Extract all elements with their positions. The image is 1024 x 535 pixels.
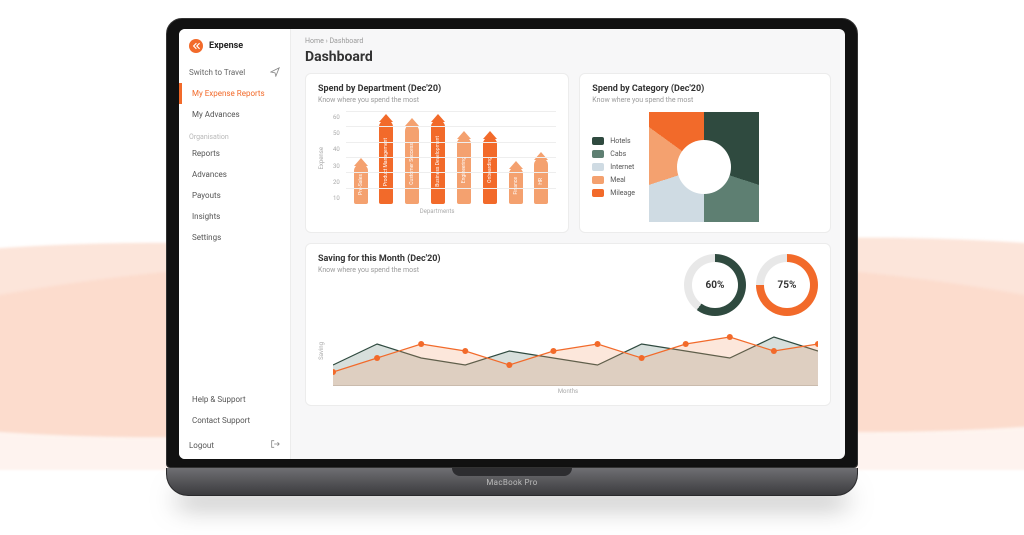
laptop-bezel: Expense Switch to Travel My Expense Repo…	[166, 18, 858, 468]
bar-pre-sales[interactable]: Pre-Sales	[354, 164, 368, 204]
sidebar-item-label: Contact Support	[192, 416, 250, 425]
bar-label: Product Management	[383, 136, 389, 188]
logout-icon	[270, 439, 280, 451]
breadcrumb-root[interactable]: Home	[305, 37, 324, 45]
sidebar-item-settings[interactable]: Settings	[179, 227, 290, 248]
bar-label: Onboarding	[487, 155, 493, 185]
sidebar-item-contact-support[interactable]: Contact Support	[179, 410, 290, 431]
legend-label: Hotels	[610, 137, 630, 145]
sidebar-item-label: Payouts	[192, 191, 221, 200]
donut-chart	[649, 112, 759, 222]
brand: Expense	[179, 29, 290, 61]
legend-item[interactable]: Mileage	[592, 189, 635, 197]
area-chart: Saving	[318, 316, 818, 386]
app-screen: Expense Switch to Travel My Expense Repo…	[179, 29, 845, 459]
card-subtitle: Know where you spend the most	[592, 96, 818, 104]
x-axis-label: Months	[318, 388, 818, 395]
brand-name: Expense	[209, 41, 243, 51]
bar-label: Pre-Sales	[358, 172, 364, 197]
legend-swatch	[592, 137, 604, 145]
card-title: Spend by Department (Dec'20)	[318, 84, 556, 94]
donut-row: Hotels Cabs Internet Meal Mileage	[592, 112, 818, 222]
y-axis-label: Expense	[318, 147, 325, 170]
bar-product-management[interactable]: Product Management	[379, 120, 393, 204]
legend-label: Internet	[610, 163, 634, 171]
bar-label: Business Development	[435, 134, 441, 189]
sidebar-item-label: Help & Support	[192, 395, 246, 404]
sidebar-item-label: Advances	[192, 170, 227, 179]
legend-item[interactable]: Meal	[592, 176, 635, 184]
breadcrumb: Home › Dashboard	[291, 29, 845, 45]
legend-item[interactable]: Hotels	[592, 137, 635, 145]
card-subtitle: Know where you spend the most	[318, 96, 556, 104]
legend: Hotels Cabs Internet Meal Mileage	[592, 137, 635, 197]
legend-label: Meal	[610, 176, 625, 184]
sidebar-item-insights[interactable]: Insights	[179, 206, 290, 227]
gauge-2: 75%	[756, 254, 818, 316]
sidebar-item-help-support[interactable]: Help & Support	[179, 389, 290, 410]
logout-label: Logout	[189, 441, 214, 450]
breadcrumb-sep: ›	[326, 37, 328, 45]
laptop-notch	[452, 468, 572, 476]
sidebar-item-label: Settings	[192, 233, 221, 242]
paper-plane-icon	[270, 67, 280, 77]
legend-item[interactable]: Internet	[592, 163, 635, 171]
legend-swatch	[592, 176, 604, 184]
main-content: Home › Dashboard Dashboard Spend by Depa…	[291, 29, 845, 459]
brand-logo-icon	[189, 39, 203, 53]
y-axis-ticks: 605040302010	[333, 112, 340, 204]
legend-label: Cabs	[610, 150, 626, 158]
bar-label: HR	[538, 176, 544, 187]
gauge-label: 60%	[692, 262, 738, 308]
sidebar-item-reports[interactable]: Reports	[179, 143, 290, 164]
card-title: Spend by Category (Dec'20)	[592, 84, 818, 94]
page-title: Dashboard	[291, 45, 845, 73]
sidebar-item-my-advances[interactable]: My Advances	[179, 104, 290, 125]
gauge-label: 75%	[764, 262, 810, 308]
sidebar-item-label: My Expense Reports	[192, 89, 265, 98]
logout-button[interactable]: Logout	[179, 431, 290, 459]
gauge-1: 60%	[684, 254, 746, 316]
bar-business-development[interactable]: Business Development	[431, 120, 445, 204]
donut-hole	[677, 140, 731, 194]
card-spend-by-department: Spend by Department (Dec'20) Know where …	[305, 73, 569, 233]
sidebar-item-advances[interactable]: Advances	[179, 164, 290, 185]
laptop-base: MacBook Pro	[166, 468, 858, 496]
switch-label: Switch to Travel	[189, 68, 245, 77]
legend-item[interactable]: Cabs	[592, 150, 635, 158]
card-spend-by-category: Spend by Category (Dec'20) Know where yo…	[579, 73, 831, 233]
bar-hr[interactable]: HR	[534, 158, 548, 204]
bar-label: Finance	[513, 175, 519, 197]
sidebar: Expense Switch to Travel My Expense Repo…	[179, 29, 291, 459]
bar-label: Customer Success	[409, 141, 415, 187]
sidebar-item-label: Insights	[192, 212, 220, 221]
card-savings-month: Saving for this Month (Dec'20) Know wher…	[305, 243, 831, 406]
gauges: 60% 75%	[684, 254, 818, 316]
legend-swatch	[592, 189, 604, 197]
cards-grid: Spend by Department (Dec'20) Know where …	[291, 73, 845, 416]
sidebar-item-label: Reports	[192, 149, 220, 158]
bar-label: Engineering	[461, 155, 467, 185]
bar-customer-success[interactable]: Customer Success	[405, 124, 419, 204]
breadcrumb-current: Dashboard	[329, 37, 363, 45]
bar-engineering[interactable]: Engineering	[457, 137, 471, 204]
sidebar-item-label: My Advances	[192, 110, 240, 119]
y-axis-label: Saving	[318, 342, 325, 360]
area-plot	[333, 316, 818, 386]
sidebar-section-organisation: Organisation	[179, 125, 290, 143]
bar-onboarding[interactable]: Onboarding	[483, 137, 497, 204]
legend-label: Mileage	[610, 189, 635, 197]
sidebar-item-payouts[interactable]: Payouts	[179, 185, 290, 206]
x-axis-label: Departments	[318, 208, 556, 215]
legend-swatch	[592, 150, 604, 158]
switch-to-travel[interactable]: Switch to Travel	[179, 61, 290, 83]
laptop-frame: Expense Switch to Travel My Expense Repo…	[166, 18, 858, 496]
sidebar-item-my-expense-reports[interactable]: My Expense Reports	[179, 83, 290, 104]
bar-plot-area: Pre-Sales Product Management Customer Succ…	[346, 112, 557, 204]
card-subtitle: Know where you spend the most	[318, 266, 441, 274]
laptop-brand-label: MacBook Pro	[486, 478, 537, 487]
bar-chart: Expense 605040302010 Pre-Sales Product Ma…	[318, 112, 556, 204]
legend-swatch	[592, 163, 604, 171]
card-title: Saving for this Month (Dec'20)	[318, 254, 441, 264]
